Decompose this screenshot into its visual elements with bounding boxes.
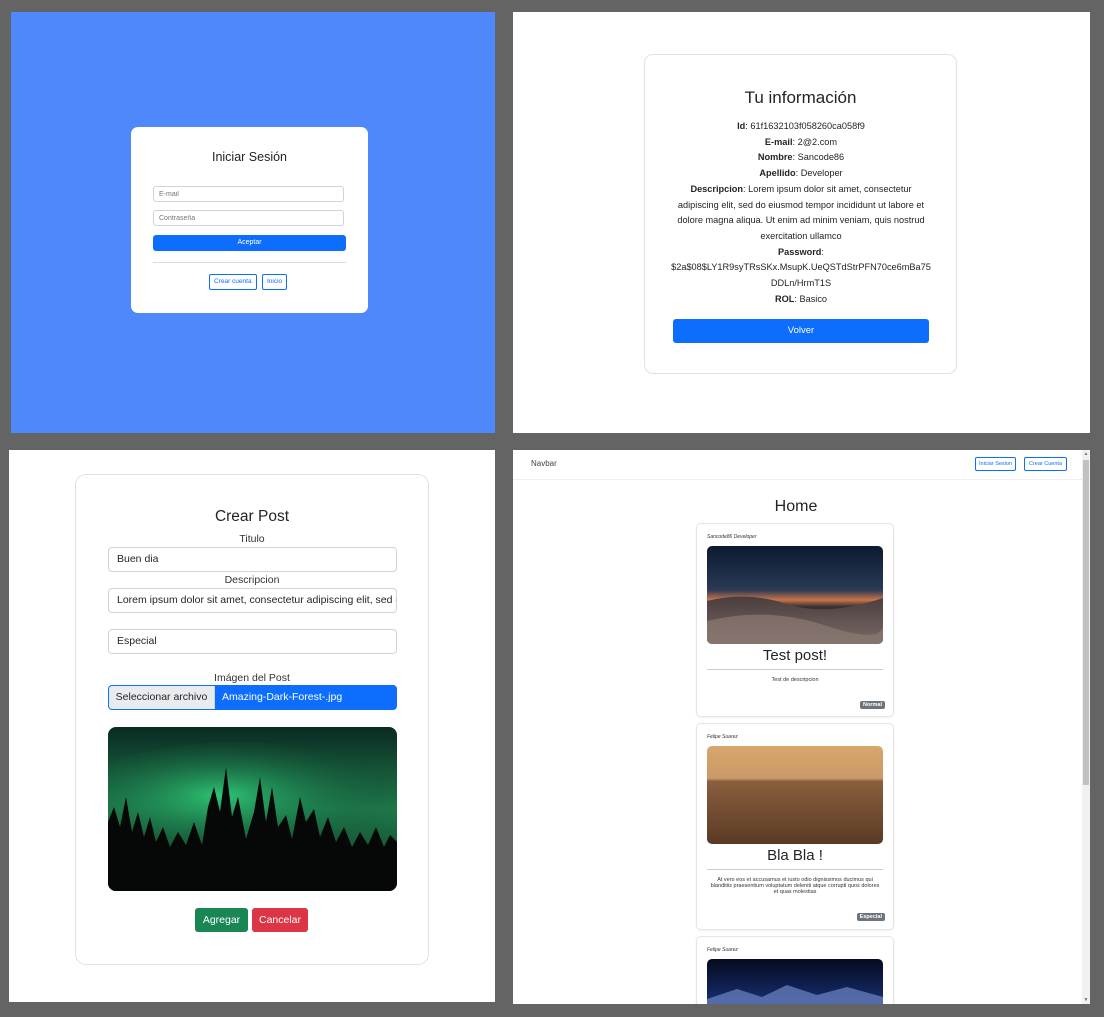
post-author: Sancode86 Developer (707, 534, 757, 540)
field-descripcion: Descripcion: Lorem ipsum dolor sit amet,… (677, 183, 925, 241)
post-author: Felipe Suarez (707, 947, 738, 953)
profile-card: Tu información Id: 61f1632103f058260ca05… (644, 54, 957, 374)
create-account-button[interactable]: Crear cuenta (209, 274, 257, 290)
login-title: Iniciar Sesión (211, 150, 288, 164)
field-apellido: Apellido: Developer (759, 168, 843, 179)
login-screen: Iniciar Sesión Aceptar Crear cuenta Inic… (11, 12, 495, 433)
post-image (707, 746, 883, 844)
file-name: Amazing-Dark-Forest-.jpg (222, 691, 343, 703)
descripcion-label: Descripcion (224, 574, 280, 586)
login-nav-button[interactable]: Iniciar Sesion (975, 457, 1017, 471)
field-email: E-mail: 2@2.com (764, 136, 838, 147)
post-title: Test post! (762, 647, 828, 664)
login-card: Iniciar Sesión Aceptar Crear cuenta Inic… (131, 127, 368, 313)
image-label: Imágen del Post (214, 672, 290, 684)
file-input[interactable]: Seleccionar archivo Amazing-Dark-Forest-… (108, 685, 397, 710)
field-nombre: Nombre: Sancode86 (757, 152, 845, 163)
post-author: Felipe Suarez (707, 734, 738, 740)
email-input[interactable] (153, 186, 344, 202)
field-id: Id: 61f1632103f058260ca058f9 (737, 121, 865, 131)
post-title: Bla Bla ! (767, 847, 823, 864)
create-post-screen: Crear Post Titulo Buen dia Descripcion L… (9, 450, 495, 1002)
signup-nav-button[interactable]: Crear Cuenta (1024, 457, 1068, 471)
descripcion-input[interactable]: Lorem ipsum dolor sit amet, consectetur … (108, 588, 397, 613)
profile-screen: Tu información Id: 61f1632103f058260ca05… (513, 12, 1090, 433)
login-submit-button[interactable]: Aceptar (153, 235, 346, 251)
back-button[interactable]: Volver (673, 319, 929, 343)
tipo-input[interactable]: Especial (108, 629, 397, 654)
home-title: Home (774, 498, 818, 515)
post-card[interactable]: Felipe Suarez Bla Bla ! At vero eos et a… (696, 723, 894, 930)
home-screen: Navbar Iniciar Sesion Crear Cuenta Home … (513, 450, 1090, 1004)
scrollbar[interactable]: ▲ ▼ (1082, 450, 1090, 1004)
home-button[interactable]: Inicio (262, 274, 288, 290)
field-rol: ROL: Basico (774, 293, 828, 304)
divider (153, 262, 346, 263)
divider (707, 669, 883, 670)
create-post-title: Crear Post (214, 508, 290, 525)
post-description: Test de descripcion (771, 677, 819, 683)
post-type-badge: Normal (860, 701, 885, 709)
profile-details: Id: 61f1632103f058260ca058f9 E-mail: 2@2… (670, 119, 932, 307)
post-card[interactable]: Sancode86 Developer Test post! Test de d… (696, 523, 894, 717)
titulo-input[interactable]: Buen dia (108, 547, 397, 572)
password-input[interactable] (153, 210, 344, 226)
post-image (707, 546, 883, 644)
select-file-button[interactable]: Seleccionar archivo (109, 686, 215, 709)
post-image-preview (108, 727, 397, 891)
post-card[interactable]: Felipe Suarez (696, 936, 894, 1004)
scroll-down-icon[interactable]: ▼ (1083, 997, 1089, 1003)
scroll-thumb[interactable] (1083, 460, 1089, 785)
create-post-card: Crear Post Titulo Buen dia Descripcion L… (75, 474, 429, 965)
post-description: At vero eos et accusamus et iusto odio d… (710, 877, 880, 895)
field-password-value: $2a$08$LY1R9syTRsSKx.MsupK.UeQSTdStrPFN7… (671, 262, 931, 289)
navbar: Navbar Iniciar Sesion Crear Cuenta (513, 450, 1090, 480)
scroll-up-icon[interactable]: ▲ (1083, 451, 1089, 457)
divider (707, 869, 883, 870)
profile-title: Tu información (744, 88, 857, 107)
post-image (707, 959, 883, 1004)
titulo-label: Titulo (239, 533, 265, 545)
post-type-badge: Especial (856, 913, 885, 921)
navbar-brand[interactable]: Navbar (531, 459, 557, 468)
add-post-button[interactable]: Agregar (195, 908, 248, 932)
field-password-label: Password: (778, 246, 824, 257)
cancel-button[interactable]: Cancelar (252, 908, 308, 932)
